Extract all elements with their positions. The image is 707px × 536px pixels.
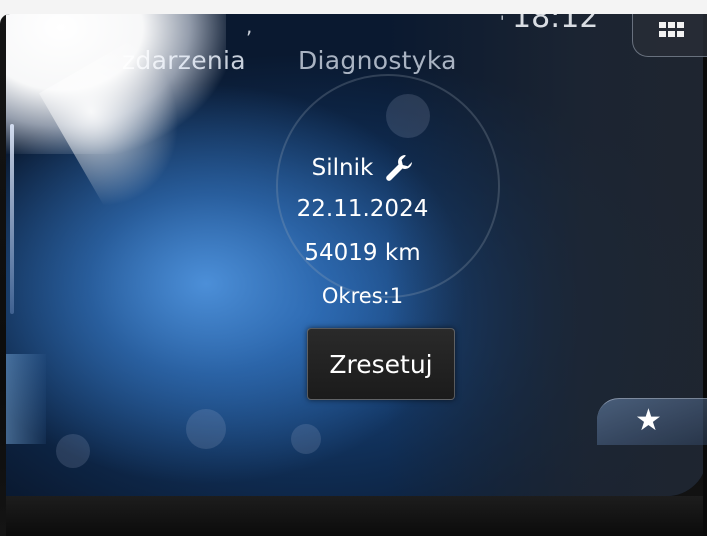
grid-icon — [659, 22, 685, 37]
bokeh-spot — [291, 424, 321, 454]
bokeh-spot — [56, 434, 90, 468]
status-indicator: , — [246, 14, 253, 38]
service-period: Okres:1 — [321, 284, 404, 308]
clock: 18:12 — [512, 14, 599, 35]
wrench-icon — [386, 155, 413, 181]
left-panel-edge — [6, 354, 46, 444]
display-screen: , ' 18:12 zdarzenia Diagnostyka Silnik 2… — [6, 14, 707, 496]
service-title-row: Silnik — [6, 152, 707, 184]
favorites-button[interactable]: ★ — [597, 398, 707, 445]
bezel-bottom — [6, 496, 707, 536]
service-mileage: 54019 km — [304, 240, 421, 266]
frame-edge — [703, 14, 707, 536]
reset-button[interactable]: Zresetuj — [307, 328, 455, 400]
service-title: Silnik — [311, 155, 374, 181]
display-bezel: , ' 18:12 zdarzenia Diagnostyka Silnik 2… — [0, 14, 707, 536]
status-indicator: ' — [500, 14, 505, 31]
menu-button[interactable] — [632, 14, 707, 57]
tab-diagnostics[interactable]: Diagnostyka — [298, 46, 457, 75]
bokeh-spot — [186, 409, 226, 449]
star-icon: ★ — [635, 403, 662, 438]
bokeh-spot — [386, 94, 430, 138]
service-date: 22.11.2024 — [296, 196, 429, 222]
